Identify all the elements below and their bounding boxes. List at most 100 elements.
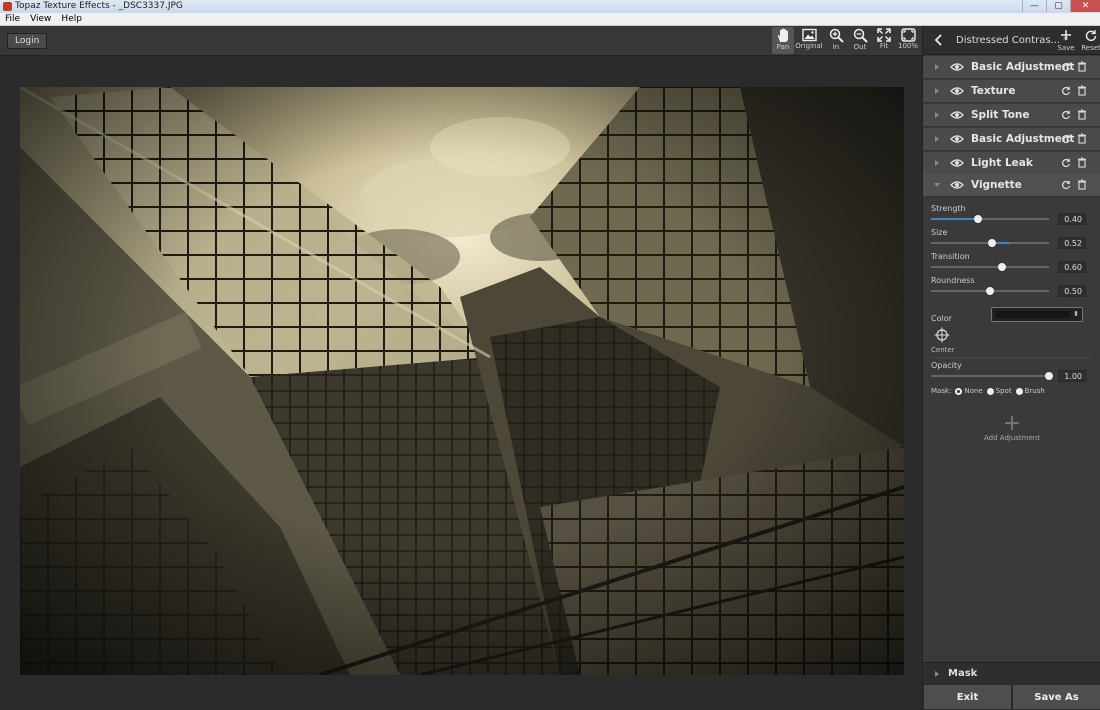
app-logo-icon [3,2,12,11]
eye-icon[interactable] [950,62,964,72]
close-button[interactable]: ✕ [1070,0,1100,12]
eye-icon[interactable] [950,110,964,120]
eye-icon[interactable] [950,134,964,144]
roundness-slider[interactable] [931,287,1049,295]
maximize-button[interactable]: ▢ [1046,0,1070,12]
mask-options: Mask: None Spot Brush [931,387,1045,395]
plus-icon: + [1002,411,1022,436]
strength-slider[interactable] [931,215,1049,223]
window-titlebar: Topaz Texture Effects - _DSC3337.JPG — ▢… [0,0,1100,13]
adjustment-row-basic-adjustment-2[interactable]: Basic Adjustment [923,128,1100,151]
bottom-actions: Exit Save As [923,684,1100,710]
chevron-down-icon[interactable] [934,183,940,187]
strength-slider-row: Strength 0.40 [923,204,1100,228]
eye-icon[interactable] [950,158,964,168]
fit-icon [877,28,891,42]
trash-icon[interactable] [1077,133,1087,144]
exit-button[interactable]: Exit [923,684,1012,710]
mask-brush-radio[interactable] [1015,387,1023,395]
reset-label: Reset [1081,44,1100,52]
transition-label: Transition [931,252,970,261]
save-button[interactable]: Save [1055,29,1077,52]
mask-none-radio[interactable] [955,387,963,395]
reset-all-button[interactable]: Reset [1080,29,1100,52]
reset-icon[interactable] [1061,62,1071,72]
trash-icon[interactable] [1077,157,1087,168]
roundness-label: Roundness [931,276,975,285]
original-tool-button[interactable]: Original [794,27,824,54]
preset-name: Distressed Contras... * [956,35,1069,46]
roundness-slider-handle[interactable] [986,287,994,295]
chevron-right-icon[interactable] [935,160,939,166]
mask-spot-label[interactable]: Spot [996,387,1012,395]
menu-file[interactable]: File [0,13,25,25]
adjustment-row-split-tone[interactable]: Split Tone [923,104,1100,127]
updown-arrows-icon: ⬍ [1073,310,1079,318]
opacity-value[interactable]: 1.00 [1058,370,1086,382]
actual-size-button[interactable]: 100% [896,27,920,54]
adjustment-row-light-leak[interactable]: Light Leak [923,152,1100,175]
opacity-slider[interactable] [931,372,1053,380]
chevron-right-icon[interactable] [935,88,939,94]
zoom-out-label: Out [853,43,867,51]
mask-section-label: Mask [948,668,978,679]
roundness-value[interactable]: 0.50 [1058,285,1086,297]
transition-slider[interactable] [931,263,1049,271]
transition-slider-handle[interactable] [997,263,1006,271]
login-button[interactable]: Login [7,33,48,49]
size-slider-handle[interactable] [988,239,997,247]
vignette-color-picker[interactable]: ⬍ [991,307,1083,322]
pan-tool-button[interactable]: Pan [772,27,794,54]
strength-value[interactable]: 0.40 [1058,213,1086,225]
zoom-in-button[interactable]: In [824,27,848,54]
adjustment-row-vignette[interactable]: Vignette [923,174,1100,197]
minimize-button[interactable]: — [1022,0,1046,12]
color-swatch [995,311,1070,318]
trash-icon[interactable] [1077,179,1087,190]
menu-help[interactable]: Help [56,13,87,25]
crosshair-icon [934,327,950,343]
chevron-right-icon[interactable] [935,112,939,118]
reset-icon[interactable] [1061,180,1071,190]
trash-icon[interactable] [1077,61,1087,72]
mask-none-label[interactable]: None [964,387,982,395]
save-as-button[interactable]: Save As [1012,684,1100,710]
architecture-photo [20,87,904,675]
divider [931,357,1091,358]
menu-bar: File View Help [0,13,1100,26]
trash-icon[interactable] [1077,85,1087,96]
chevron-right-icon[interactable] [935,136,939,142]
mask-section-header[interactable]: Mask [923,662,1100,684]
opacity-slider-handle[interactable] [1045,372,1053,380]
back-arrow-icon[interactable] [933,33,945,47]
eye-icon[interactable] [950,180,964,190]
strength-slider-fill [931,218,979,220]
mask-brush-label[interactable]: Brush [1025,387,1045,395]
add-adjustment-button[interactable]: + Add Adjustment [923,411,1100,454]
zoom-in-label: In [832,43,840,51]
original-label: Original [795,42,823,50]
adjustment-row-basic-adjustment-1[interactable]: Basic Adjustment [923,56,1100,79]
reset-icon[interactable] [1061,134,1071,144]
reset-icon [1085,30,1097,42]
fit-button[interactable]: Fit [872,27,896,54]
eye-icon[interactable] [950,86,964,96]
reset-icon[interactable] [1061,110,1071,120]
image-canvas[interactable] [0,56,922,710]
transition-value[interactable]: 0.60 [1058,261,1086,273]
center-button[interactable]: Center [931,327,955,354]
adjustment-label: Split Tone [971,109,1030,121]
menu-view[interactable]: View [25,13,56,25]
chevron-right-icon[interactable] [935,64,939,70]
reset-icon[interactable] [1061,158,1071,168]
trash-icon[interactable] [1077,109,1087,120]
size-slider[interactable] [931,239,1049,247]
chevron-right-icon[interactable] [935,671,939,677]
size-value[interactable]: 0.52 [1058,237,1086,249]
strength-slider-handle[interactable] [974,215,983,223]
mask-spot-radio[interactable] [986,387,994,395]
reset-icon[interactable] [1061,86,1071,96]
adjustment-row-texture[interactable]: Texture [923,80,1100,103]
photo-preview[interactable] [20,87,904,675]
zoom-out-button[interactable]: Out [848,27,872,54]
